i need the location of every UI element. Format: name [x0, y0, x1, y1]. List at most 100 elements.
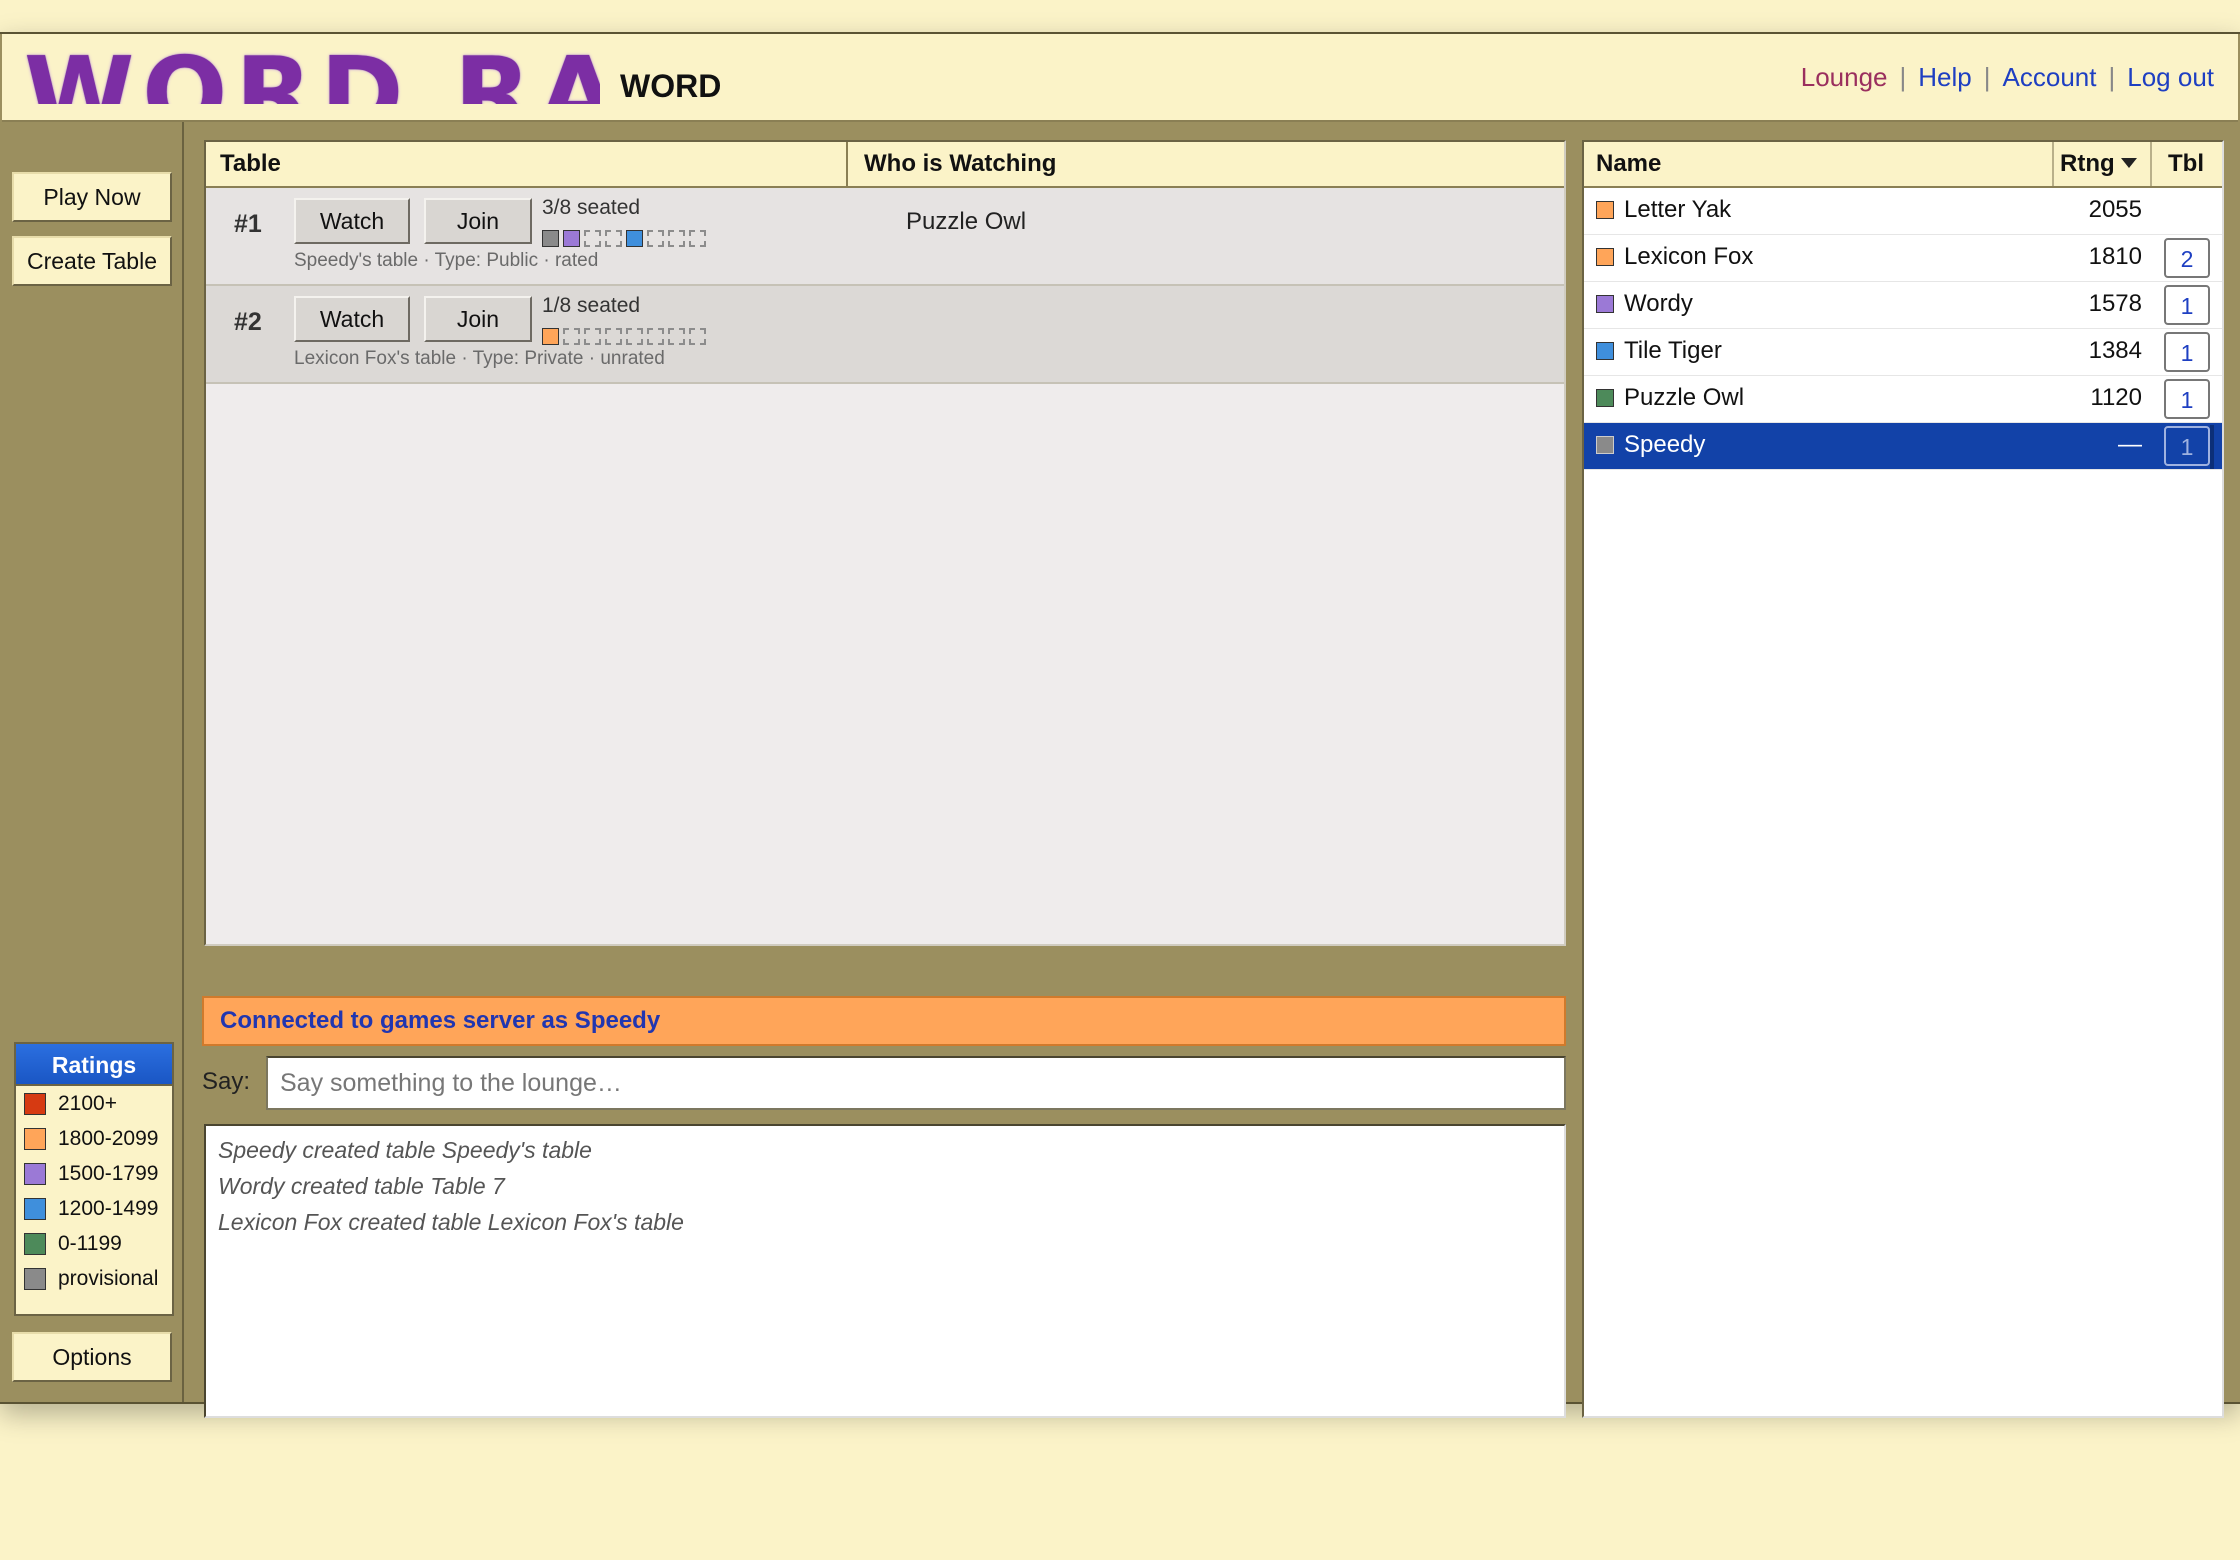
- rating-swatch: [24, 1092, 46, 1115]
- nav-account-link[interactable]: Account: [2003, 62, 2097, 92]
- rating-swatch: [24, 1127, 46, 1150]
- player-table-button[interactable]: 1: [2164, 426, 2210, 466]
- player-name: Letter Yak: [1624, 196, 1732, 223]
- rating-swatch: [24, 1232, 46, 1255]
- player-row[interactable]: Speedy — 1: [1584, 423, 2222, 470]
- seat-indicators: [542, 230, 710, 247]
- player-row[interactable]: Lexicon Fox 1810 2: [1584, 235, 2222, 282]
- chat-input[interactable]: [266, 1056, 1566, 1110]
- player-name: Wordy: [1624, 290, 1693, 317]
- empty-seat: [647, 328, 664, 345]
- table-number: #1: [234, 210, 262, 238]
- player-name: Lexicon Fox: [1624, 243, 1754, 270]
- empty-seat: [605, 230, 622, 247]
- rating-legend-label: 1200-1499: [58, 1196, 159, 1220]
- player-row[interactable]: Wordy 1578 1: [1584, 282, 2222, 329]
- rating-legend-label: 2100+: [58, 1091, 117, 1115]
- players-header: Name Rtng Tbl: [1584, 142, 2222, 188]
- chat-log-line: Lexicon Fox created table Lexicon Fox's …: [218, 1209, 684, 1235]
- player-row[interactable]: Letter Yak 2055: [1584, 188, 2222, 235]
- empty-seat: [605, 328, 622, 345]
- connection-status-bar: Connected to games server as Speedy: [202, 996, 1566, 1046]
- player-table-button[interactable]: 1: [2164, 285, 2210, 325]
- player-rating: 1120: [2090, 384, 2142, 411]
- empty-seat: [626, 328, 643, 345]
- rating-column-header[interactable]: Rtng: [2054, 142, 2152, 186]
- nav-lounge-link[interactable]: Lounge: [1801, 62, 1888, 92]
- player-rating-swatch: [1596, 389, 1614, 407]
- empty-seat: [584, 328, 601, 345]
- tables-panel: Table Who is Watching #1 Watch Join 3/8 sea…: [204, 140, 1566, 946]
- seated-count: 3/8 seated: [542, 196, 641, 219]
- rating-swatch: [24, 1267, 46, 1290]
- ratings-legend: Ratings 2100+ 1800-2099 1500-1799 1200-1499…: [14, 1042, 174, 1316]
- table-column-header[interactable]: Tbl: [2152, 142, 2222, 186]
- rating-legend-label: provisional: [58, 1266, 159, 1290]
- nav-help-link[interactable]: Help: [1918, 62, 1971, 92]
- player-rating: 2055: [2088, 196, 2142, 223]
- chat-log[interactable]: Speedy created table Speedy's table Wordy…: [204, 1124, 1566, 1418]
- player-rating-swatch: [1596, 248, 1614, 266]
- player-name: Puzzle Owl: [1624, 384, 1745, 411]
- player-rating-swatch: [1596, 342, 1614, 360]
- top-nav: Lounge | Help | Account | Log out: [1801, 62, 2214, 93]
- create-table-button[interactable]: Create Table: [12, 236, 172, 286]
- player-name: Speedy: [1624, 431, 1706, 458]
- seat-indicators: [542, 328, 710, 345]
- nav-separator: |: [1983, 62, 1991, 92]
- table-column-header[interactable]: Table: [206, 142, 848, 186]
- rating-legend-label: 0-1199: [58, 1231, 122, 1255]
- chat-log-line: Wordy created table Table 7: [218, 1173, 505, 1199]
- rating-header-label: Rtng: [2060, 150, 2115, 177]
- occupied-seat: [542, 230, 559, 247]
- name-column-header[interactable]: Name: [1584, 142, 2054, 186]
- table-number: #2: [234, 308, 262, 336]
- logo: WORD RACER: [24, 42, 600, 104]
- player-row[interactable]: Tile Tiger 1384 1: [1584, 329, 2222, 376]
- tables-header: Table Who is Watching: [206, 142, 1564, 188]
- empty-seat: [668, 230, 685, 247]
- table-watchers: Puzzle Owl: [906, 208, 1027, 235]
- player-rating: —: [2118, 431, 2142, 458]
- play-now-button[interactable]: Play Now: [12, 172, 172, 222]
- player-name: Tile Tiger: [1624, 337, 1722, 364]
- rating-swatch: [24, 1162, 46, 1185]
- rating-legend-item: 1200-1499: [16, 1191, 172, 1226]
- player-table-button[interactable]: 1: [2164, 379, 2210, 419]
- occupied-seat: [563, 230, 580, 247]
- player-rating-swatch: [1596, 295, 1614, 313]
- table-row: #1 Watch Join 3/8 seated Speedy's table · Ty…: [206, 188, 1564, 286]
- occupied-seat: [542, 328, 559, 345]
- ratings-list: 2100+ 1800-2099 1500-1799 1200-1499 0-1199 pr…: [16, 1086, 172, 1296]
- rating-legend-item: 1800-2099: [16, 1121, 172, 1156]
- seated-count: 1/8 seated: [542, 294, 641, 317]
- nav-logout-link[interactable]: Log out: [2127, 62, 2214, 92]
- table-rows: #1 Watch Join 3/8 seated Speedy's table · Ty…: [206, 188, 1564, 384]
- rating-swatch: [24, 1197, 46, 1220]
- watch-button[interactable]: Watch: [294, 198, 410, 244]
- app-window: WORD RACER WORD Lounge | Help | Account | Log …: [0, 32, 2240, 1418]
- options-button[interactable]: Options: [12, 1332, 172, 1382]
- join-button[interactable]: Join: [424, 198, 532, 244]
- player-rating-swatch: [1596, 201, 1614, 219]
- player-rows: Letter Yak 2055 Lexicon Fox 1810 2 Wordy 1578 1…: [1584, 188, 2222, 470]
- player-table-button[interactable]: 2: [2164, 238, 2210, 278]
- sort-down-icon: [2120, 158, 2137, 168]
- rating-legend-label: 1500-1799: [58, 1161, 159, 1185]
- table-description: Speedy's table · Type: Public · rated: [294, 250, 599, 271]
- rating-legend-item: provisional: [16, 1261, 172, 1296]
- join-button[interactable]: Join: [424, 296, 532, 342]
- player-row[interactable]: Puzzle Owl 1120 1: [1584, 376, 2222, 423]
- rating-legend-item: 1500-1799: [16, 1156, 172, 1191]
- nav-separator: |: [2108, 62, 2116, 92]
- watching-column-header[interactable]: Who is Watching: [848, 142, 1056, 186]
- player-table-button[interactable]: 1: [2164, 332, 2210, 372]
- nav-separator: |: [1899, 62, 1907, 92]
- empty-seat: [668, 328, 685, 345]
- table-row: #2 Watch Join 1/8 seated Lexicon Fox's table…: [206, 286, 1564, 384]
- empty-seat: [584, 230, 601, 247]
- watch-button[interactable]: Watch: [294, 296, 410, 342]
- table-description: Lexicon Fox's table · Type: Private · un…: [294, 348, 665, 369]
- rating-legend-item: 2100+: [16, 1086, 172, 1121]
- ratings-legend-title: Ratings: [16, 1044, 172, 1086]
